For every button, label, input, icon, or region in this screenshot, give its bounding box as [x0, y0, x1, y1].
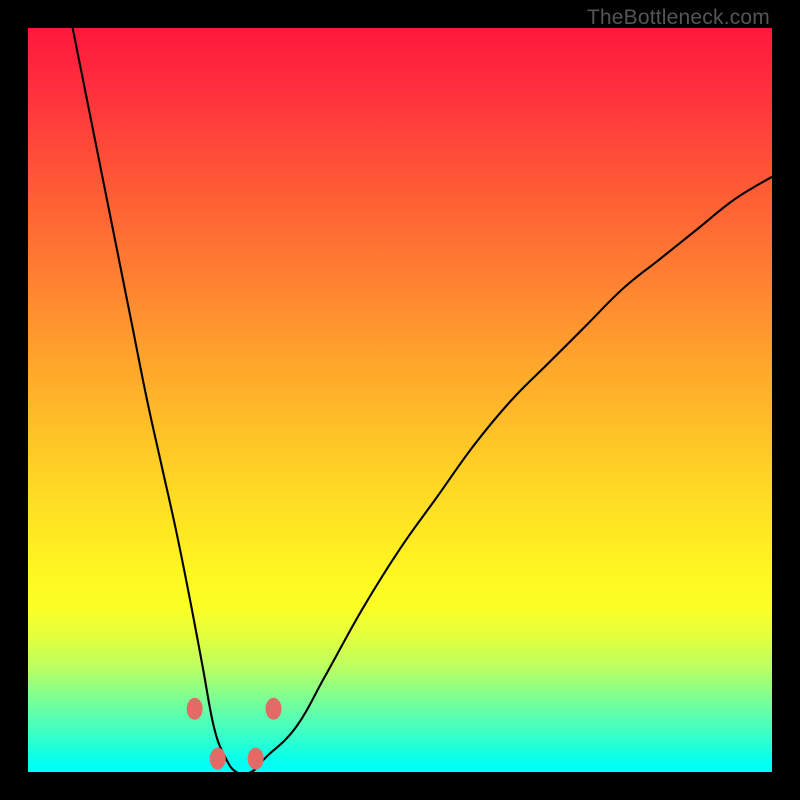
marker-right-lower: [248, 748, 264, 770]
plot-area: [28, 28, 772, 772]
attribution-watermark: TheBottleneck.com: [587, 6, 770, 30]
marker-left-upper: [187, 698, 203, 720]
curve-markers: [187, 698, 282, 770]
marker-left-lower: [210, 748, 226, 770]
chart-frame: TheBottleneck.com: [0, 0, 800, 800]
marker-right-upper: [266, 698, 282, 720]
curve-layer: [28, 28, 772, 772]
bottleneck-curve: [73, 28, 772, 772]
